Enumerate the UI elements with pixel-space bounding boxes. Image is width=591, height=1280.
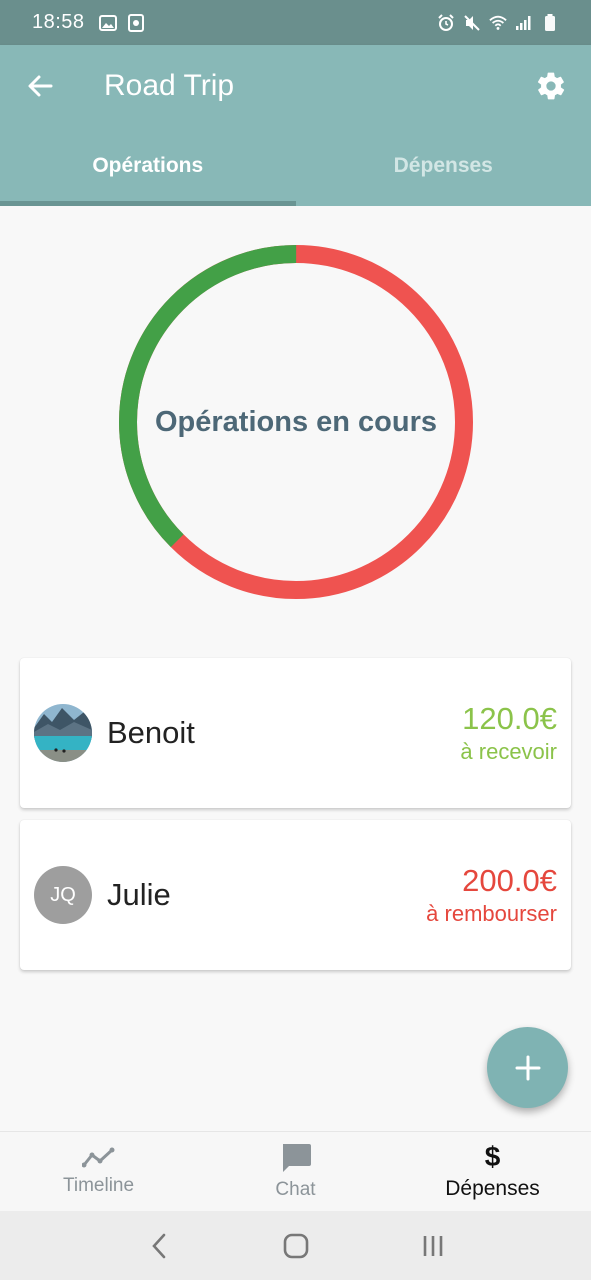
page-title: Road Trip [104,68,235,102]
dollar-icon: $ [484,1140,501,1172]
nav-depenses[interactable]: $ Dépenses [394,1132,591,1211]
back-chevron-icon [151,1233,165,1258]
arrow-back-icon [28,75,53,96]
amount-status: à recevoir [460,739,557,764]
system-recents-button[interactable] [413,1226,453,1266]
nav-label: Dépenses [445,1176,540,1200]
operation-card-julie[interactable]: JQ Julie 200.0€ à rembourser [20,820,571,970]
bottom-nav: Timeline Chat $ Dépenses [0,1131,591,1211]
amount-value: 200.0€ [462,863,557,898]
operations-content: Opérations en cours Benoit 120.0€ à rece… [0,206,591,1131]
battery-icon [541,13,559,32]
operation-card-benoit[interactable]: Benoit 120.0€ à recevoir [20,658,571,808]
recents-icon [423,1235,442,1256]
system-back-button[interactable] [139,1226,179,1266]
mute-icon [463,14,481,32]
plus-icon [515,1055,540,1080]
settings-button[interactable] [511,45,591,126]
tab-depenses[interactable]: Dépenses [296,126,591,206]
tab-operations[interactable]: Opérations [0,126,296,206]
signal-icon [515,14,533,32]
ring-center-label: Opérations en cours [154,405,437,438]
nav-label: Timeline [62,1174,135,1196]
tab-bar: Opérations Dépenses [0,126,591,206]
avatar [34,704,92,762]
system-nav-bar [0,1211,591,1280]
person-name: Julie [107,877,171,912]
image-icon [98,14,117,32]
screenshot-icon [127,13,145,32]
wifi-icon [489,14,507,32]
avatar: JQ [34,866,92,924]
nav-chat[interactable]: Chat [197,1132,394,1211]
person-name: Benoit [107,715,195,750]
balance-ring: Opérations en cours [118,244,474,600]
status-bar: 18:58 [0,0,591,45]
amount-status: à rembourser [426,901,557,926]
status-time: 18:58 [32,11,85,33]
amount-value: 120.0€ [462,701,557,736]
chat-icon [282,1143,311,1172]
system-home-button[interactable] [276,1226,316,1266]
alarm-icon [437,13,455,32]
timeline-icon [81,1147,114,1167]
gear-icon [537,72,565,99]
app-bar: Road Trip [0,45,591,126]
nav-timeline[interactable]: Timeline [0,1132,197,1211]
nav-label: Chat [275,1178,316,1200]
add-operation-button[interactable] [487,1027,568,1108]
home-icon [283,1233,308,1258]
back-button[interactable] [0,45,80,126]
